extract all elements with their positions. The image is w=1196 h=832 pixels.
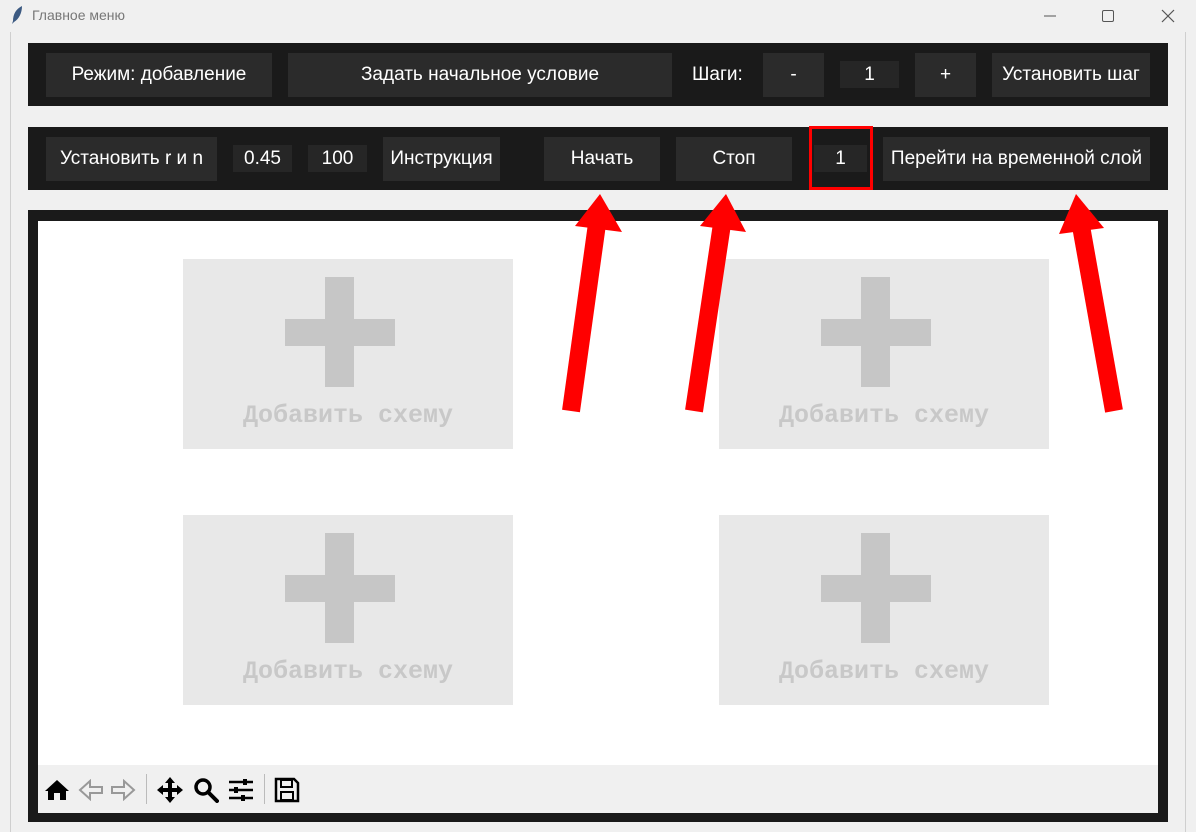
plus-icon-bar (821, 319, 931, 346)
set-step-button[interactable]: Установить шаг (992, 53, 1150, 97)
pan-icon[interactable] (155, 775, 185, 805)
add-scheme-placeholder[interactable]: Добавить схему (719, 259, 1049, 449)
add-scheme-placeholder[interactable]: Добавить схему (183, 259, 513, 449)
home-icon[interactable] (42, 775, 72, 805)
save-icon[interactable] (272, 775, 302, 805)
steps-minus-button[interactable]: - (763, 53, 824, 97)
minimize-button[interactable] (1020, 0, 1080, 32)
zoom-icon[interactable] (191, 775, 221, 805)
r-input[interactable]: 0.45 (233, 145, 292, 172)
plus-icon-bar (285, 575, 395, 602)
maximize-icon (1102, 10, 1114, 22)
start-button[interactable]: Начать (544, 137, 660, 181)
add-scheme-label: Добавить схему (778, 657, 990, 686)
close-icon (1161, 9, 1175, 23)
steps-label: Шаги: (692, 64, 743, 85)
steps-input[interactable]: 1 (840, 61, 899, 88)
plus-icon-bar (285, 319, 395, 346)
add-scheme-placeholder[interactable]: Добавить схему (719, 515, 1049, 705)
go-to-time-layer-button[interactable]: Перейти на временной слой (883, 137, 1150, 181)
title-bar: Главное меню (0, 0, 1196, 32)
minimize-icon (1044, 15, 1056, 17)
add-scheme-label: Добавить схему (778, 401, 990, 430)
add-scheme-label: Добавить схему (242, 657, 454, 686)
navigation-toolbar (38, 765, 1158, 813)
steps-plus-button[interactable]: + (915, 53, 976, 97)
close-button[interactable] (1138, 0, 1196, 32)
plus-icon-bar (821, 575, 931, 602)
set-r-n-button[interactable]: Установить r и n (46, 137, 217, 181)
configure-subplots-icon[interactable] (226, 775, 256, 805)
annotation-highlight-box (809, 126, 873, 190)
add-scheme-placeholder[interactable]: Добавить схему (183, 515, 513, 705)
instruction-button[interactable]: Инструкция (383, 137, 500, 181)
n-input[interactable]: 100 (308, 145, 367, 172)
maximize-button[interactable] (1078, 0, 1138, 32)
forward-icon[interactable] (108, 775, 138, 805)
toolbar-separator (264, 774, 265, 804)
initial-condition-button[interactable]: Задать начальное условие (288, 53, 672, 97)
toolbar-separator (146, 774, 147, 804)
feather-icon (10, 5, 24, 25)
back-icon[interactable] (76, 775, 106, 805)
window-title: Главное меню (32, 7, 126, 23)
stop-button[interactable]: Стоп (676, 137, 792, 181)
mode-button[interactable]: Режим: добавление (46, 53, 272, 97)
add-scheme-label: Добавить схему (242, 401, 454, 430)
